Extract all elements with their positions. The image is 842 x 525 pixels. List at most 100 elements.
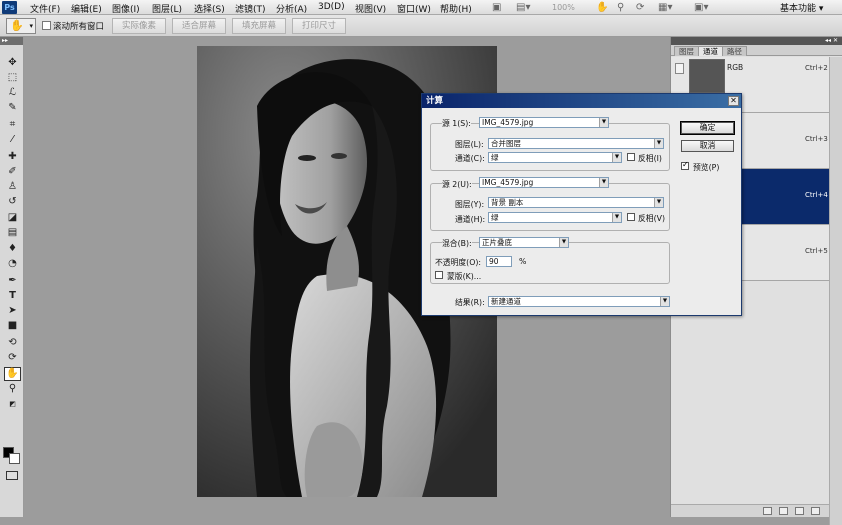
marquee-tool-icon[interactable]: ⬚ bbox=[4, 71, 21, 85]
menu-help[interactable]: 帮助(H) bbox=[440, 2, 472, 15]
menu-image[interactable]: 图像(I) bbox=[112, 2, 140, 15]
fit-screen-button[interactable]: 适合屏幕 bbox=[172, 18, 226, 34]
zoom-tool-icon[interactable]: ⚲ bbox=[4, 382, 21, 396]
opacity-label: 不透明度(O): bbox=[435, 257, 482, 268]
quick-mask-icon[interactable] bbox=[6, 471, 18, 480]
options-bar: ✋ ▾ 滚动所有窗口 实际像素 适合屏幕 填充屏幕 打印尺寸 bbox=[0, 15, 842, 37]
menu-layer[interactable]: 图层(L) bbox=[152, 2, 182, 15]
tab-channels[interactable]: 通道 bbox=[698, 46, 723, 56]
new-channel-icon[interactable] bbox=[795, 507, 804, 515]
lasso-tool-icon[interactable]: ℒ bbox=[4, 86, 21, 100]
channel-thumbnail bbox=[689, 59, 725, 93]
hand-icon[interactable]: ✋ bbox=[596, 2, 608, 13]
tab-layers[interactable]: 图层 bbox=[674, 46, 699, 56]
dodge-tool-icon[interactable]: ◔ bbox=[4, 257, 21, 271]
eyedropper-tool-icon[interactable]: ⁄ bbox=[4, 133, 21, 147]
panel-tabs: 图层 通道 路径 bbox=[671, 45, 842, 56]
workspace-switcher[interactable]: 基本功能 ▾ bbox=[780, 1, 823, 14]
save-selection-icon[interactable] bbox=[779, 507, 788, 515]
menu-edit[interactable]: 编辑(E) bbox=[71, 2, 102, 15]
bridge-icon[interactable]: ▣ bbox=[492, 2, 501, 13]
source2-file-select[interactable]: IMG_4579.jpg ▼ bbox=[479, 177, 609, 188]
chevron-down-icon: ▼ bbox=[612, 153, 621, 162]
chevron-down-icon: ▼ bbox=[654, 139, 663, 148]
result-select[interactable]: 新建通道 ▼ bbox=[488, 296, 670, 307]
path-select-icon[interactable]: ➤ bbox=[4, 304, 21, 318]
dialog-titlebar: 计算 ✕ bbox=[422, 94, 741, 108]
gradient-tool-icon[interactable]: ▤ bbox=[4, 226, 21, 240]
3d-orbit-icon[interactable]: ⟳ bbox=[4, 351, 21, 365]
actual-pixels-button[interactable]: 实际像素 bbox=[112, 18, 166, 34]
trash-icon[interactable] bbox=[811, 507, 820, 515]
tool-preset-picker[interactable]: ✋ ▾ bbox=[6, 18, 36, 34]
preview-checkbox[interactable] bbox=[681, 160, 689, 170]
source1-channel-select[interactable]: 绿 ▼ bbox=[488, 152, 622, 163]
move-tool-icon[interactable]: ✥ bbox=[4, 56, 21, 70]
close-icon[interactable]: ✕ bbox=[728, 96, 739, 106]
fill-screen-button[interactable]: 填充屏幕 bbox=[232, 18, 286, 34]
rotate-view-icon[interactable]: ⟳ bbox=[636, 2, 644, 13]
blending-mode-select[interactable]: 正片叠底 ▼ bbox=[479, 237, 569, 248]
chevron-down-icon: ▼ bbox=[599, 178, 608, 187]
zoom-level[interactable]: 100% bbox=[552, 2, 575, 13]
ok-button[interactable]: 确定 bbox=[680, 121, 735, 135]
source2-channel-select[interactable]: 绿 ▼ bbox=[488, 212, 622, 223]
load-selection-icon[interactable] bbox=[763, 507, 772, 515]
quick-select-tool-icon[interactable]: ✎ bbox=[4, 101, 21, 115]
tab-paths[interactable]: 路径 bbox=[722, 46, 747, 56]
channel-name: RGB bbox=[727, 63, 744, 72]
hand-icon: ✋ bbox=[10, 19, 24, 32]
screen-mode-icon[interactable]: ▣▾ bbox=[694, 2, 708, 13]
menu-filter[interactable]: 滤镜(T) bbox=[235, 2, 266, 15]
print-size-button[interactable]: 打印尺寸 bbox=[292, 18, 346, 34]
brush-tool-icon[interactable]: ✐ bbox=[4, 165, 21, 179]
history-brush-icon[interactable]: ↺ bbox=[4, 195, 21, 209]
eraser-tool-icon[interactable]: ◪ bbox=[4, 211, 21, 225]
source1-invert-checkbox[interactable] bbox=[627, 153, 635, 161]
source2-label: 源 2(U): bbox=[442, 179, 472, 190]
cancel-button[interactable]: 取消 bbox=[681, 140, 734, 152]
pen-tool-icon[interactable]: ✒ bbox=[4, 274, 21, 288]
default-colors-icon[interactable]: ◩ bbox=[4, 397, 21, 411]
channel-shortcut: Ctrl+4 bbox=[805, 191, 828, 199]
chevron-down-icon: ▼ bbox=[660, 297, 669, 306]
chevron-down-icon: ▼ bbox=[612, 213, 621, 222]
panel-header: ◂◂ ✕ bbox=[671, 37, 842, 45]
blur-tool-icon[interactable]: ♦ bbox=[4, 242, 21, 256]
hand-tool-icon[interactable]: ✋ bbox=[4, 367, 21, 381]
source1-layer-select[interactable]: 合并图层 ▼ bbox=[488, 138, 664, 149]
panel-footer bbox=[671, 504, 829, 517]
scroll-all-windows-checkbox[interactable] bbox=[42, 21, 51, 30]
mask-label: 蒙版(K)... bbox=[447, 271, 482, 282]
chevron-down-icon: ▼ bbox=[559, 238, 568, 247]
healing-brush-icon[interactable]: ✚ bbox=[4, 150, 21, 164]
source1-file-select[interactable]: IMG_4579.jpg ▼ bbox=[479, 117, 609, 128]
3d-rotate-icon[interactable]: ⟲ bbox=[4, 336, 21, 350]
blending-label: 混合(B): bbox=[442, 238, 472, 249]
menu-window[interactable]: 窗口(W) bbox=[397, 2, 431, 15]
menu-analysis[interactable]: 分析(A) bbox=[276, 2, 307, 15]
opacity-input[interactable]: 90 bbox=[486, 256, 512, 267]
menu-view[interactable]: 视图(V) bbox=[355, 2, 386, 15]
view-extras-icon[interactable]: ▤▾ bbox=[516, 2, 530, 13]
source2-layer-select[interactable]: 背景 副本 ▼ bbox=[488, 197, 664, 208]
shape-tool-icon[interactable]: ■ bbox=[4, 319, 21, 333]
mask-checkbox[interactable] bbox=[435, 271, 443, 279]
background-color-swatch[interactable] bbox=[9, 453, 20, 464]
menu-file[interactable]: 文件(F) bbox=[30, 2, 60, 15]
scroll-all-windows-label: 滚动所有窗口 bbox=[53, 22, 105, 32]
panel-scrollbar[interactable] bbox=[829, 57, 842, 525]
visibility-toggle[interactable] bbox=[675, 63, 684, 74]
menu-select[interactable]: 选择(S) bbox=[194, 2, 225, 15]
chevron-down-icon: ▼ bbox=[599, 118, 608, 127]
zoom-icon[interactable]: ⚲ bbox=[617, 2, 624, 13]
clone-stamp-icon[interactable]: ♙ bbox=[4, 180, 21, 194]
type-tool-icon[interactable]: T bbox=[4, 289, 21, 303]
calculations-dialog: 计算 ✕ 源 1(S): IMG_4579.jpg ▼ 图层(L): 合并图层 ▼ … bbox=[421, 93, 742, 316]
source2-invert-checkbox[interactable] bbox=[627, 213, 635, 221]
crop-tool-icon[interactable]: ⌗ bbox=[4, 118, 21, 132]
channel-shortcut: Ctrl+3 bbox=[805, 135, 828, 143]
grid-icon[interactable]: ▦▾ bbox=[658, 2, 672, 13]
photoshop-logo: Ps bbox=[2, 1, 17, 14]
menu-3d[interactable]: 3D(D) bbox=[318, 2, 345, 12]
